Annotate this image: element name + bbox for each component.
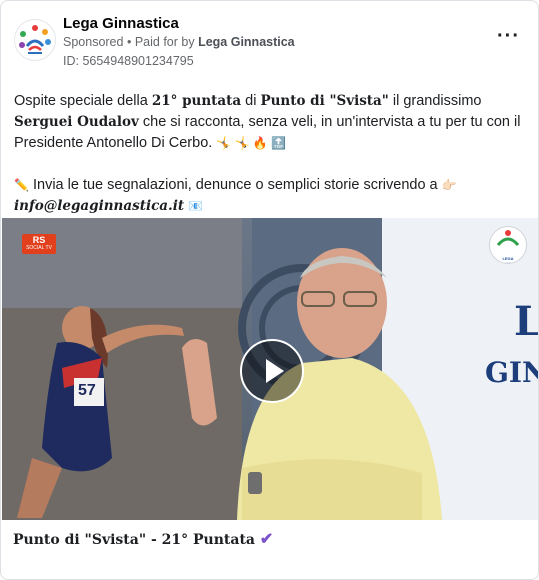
bold-segment: Serguei Oudalov — [14, 114, 139, 130]
gymnast-logo-icon — [496, 230, 520, 247]
separator-dot: • — [126, 35, 132, 49]
channel-badge: RS SOCIAL TV — [22, 234, 56, 254]
sponsored-line: Sponsored • Paid for by Lega Ginnastica — [63, 35, 295, 49]
more-options-icon[interactable]: ··· — [497, 26, 519, 51]
caption-title: Punto di "Svista" - 21° Puntata — [13, 532, 255, 548]
text-segment: il grandissimo — [388, 93, 482, 109]
play-icon — [266, 359, 284, 383]
pencil-icon: ✏️ — [14, 178, 29, 192]
video-logo: LEGA GINNASTICA — [489, 226, 527, 264]
paragraph-1: Ospite speciale della 21° puntata di Pun… — [14, 91, 526, 154]
play-button[interactable] — [240, 339, 304, 403]
bold-segment: Punto di "Svista" — [260, 93, 389, 109]
text-segment: Ospite speciale della — [14, 93, 152, 109]
video-player[interactable]: RS SOCIAL TV LEGA GINNASTICA L GIN 57 — [2, 218, 538, 520]
email-icon: 📧 — [188, 199, 204, 213]
page-name[interactable]: Lega Ginnastica — [63, 15, 179, 32]
page-avatar[interactable] — [14, 19, 56, 61]
bold-segment: 21° puntata — [151, 93, 242, 109]
email-address[interactable]: info@legaginnastica.it — [14, 198, 184, 214]
video-caption[interactable]: Punto di "Svista" - 21° Puntata ✔ — [13, 529, 273, 548]
pointing-hand-icon: 👉🏻 — [441, 178, 457, 192]
text-segment: Invia le tue segnalazioni, denunce o sem… — [28, 177, 442, 193]
sponsored-label: Sponsored — [63, 35, 124, 49]
checkmark-icon: ✔ — [259, 529, 274, 548]
banner-text-top: L — [514, 298, 538, 345]
athlete-bib-number: 57 — [78, 382, 96, 399]
paragraph-2: ✏️ Invia le tue segnalazioni, denunce o … — [14, 175, 526, 217]
emoji-group: 🤸 🤸 🔥 🔝 — [216, 136, 287, 150]
banner-text-bottom: GIN — [485, 356, 538, 389]
ad-post-card: Lega Ginnastica Sponsored • Paid for by … — [0, 0, 539, 580]
badge-bottom-text: SOCIAL TV — [26, 245, 52, 251]
post-header: Lega Ginnastica Sponsored • Paid for by … — [1, 1, 538, 81]
text-segment: di — [241, 93, 261, 109]
post-body-text: Ospite speciale della 21° puntata di Pun… — [14, 91, 526, 217]
paid-for-name[interactable]: Lega Ginnastica — [198, 35, 295, 49]
ad-id: ID: 5654948901234795 — [63, 54, 194, 68]
lega-ginnastica-logo-icon — [16, 21, 54, 59]
badge-top-text: RS — [32, 235, 46, 245]
paid-for-prefix: Paid for by — [134, 35, 195, 49]
